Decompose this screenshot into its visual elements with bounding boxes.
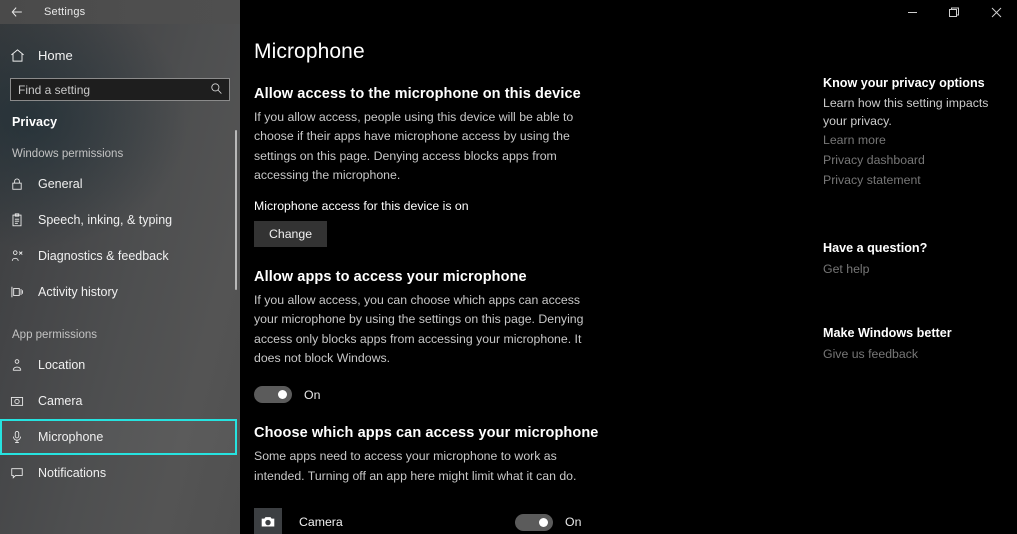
settings-content: Microphone Allow access to the microphon…	[254, 24, 834, 534]
sidebar-item-activity-history[interactable]: Activity history	[0, 274, 240, 310]
rail-block-make-windows-better: Make Windows better Give us feedback	[823, 326, 1008, 365]
sidebar-home-label: Home	[38, 47, 73, 63]
clipboard-icon	[10, 213, 36, 227]
sidebar-item-label: General	[38, 177, 83, 191]
apps-master-toggle-row: On	[254, 386, 834, 404]
sidebar-item-label: Diagnostics & feedback	[38, 249, 169, 263]
apps-master-toggle-label: On	[304, 387, 321, 402]
sidebar-item-speech-inking-typing[interactable]: Speech, inking, & typing	[0, 202, 240, 238]
back-button[interactable]	[0, 0, 34, 24]
main-content: Microphone Allow access to the microphon…	[240, 24, 1017, 534]
camera-app-icon	[254, 508, 282, 534]
section-heading: Allow apps to access your microphone	[254, 268, 527, 285]
sidebar-item-microphone[interactable]: Microphone	[0, 419, 237, 455]
rail-text: Learn how this setting impacts your priv…	[823, 96, 989, 129]
app-toggle-camera[interactable]	[515, 513, 553, 531]
rail-heading: Know your privacy options	[823, 76, 985, 90]
device-access-status: Microphone access for this device is on	[254, 198, 469, 213]
home-icon	[10, 48, 36, 63]
change-button[interactable]: Change	[254, 220, 328, 247]
window-controls	[240, 0, 1017, 24]
sidebar-group-windows-permissions: Windows permissions	[12, 148, 124, 160]
location-pin-icon	[10, 358, 36, 372]
sidebar-item-notifications[interactable]: Notifications	[0, 455, 240, 491]
section-choose-apps: Choose which apps can access your microp…	[254, 425, 834, 534]
sidebar-category-title: Privacy	[12, 115, 58, 129]
link-get-help[interactable]: Get help	[823, 260, 1008, 280]
sidebar-group-app-permissions: App permissions	[12, 329, 98, 341]
sidebar-item-label: Speech, inking, & typing	[38, 213, 173, 227]
sidebar: Home Privacy Windows permissions	[0, 24, 240, 534]
sidebar-item-diagnostics-feedback[interactable]: Diagnostics & feedback	[0, 238, 240, 274]
minimize-button[interactable]	[891, 0, 933, 24]
app-row-camera: Camera On	[254, 500, 599, 534]
sidebar-item-label: Microphone	[38, 430, 104, 444]
close-button[interactable]	[975, 0, 1017, 24]
sidebar-item-general[interactable]: General	[0, 166, 240, 202]
sidebar-item-label: Camera	[38, 394, 83, 408]
page-title: Microphone	[254, 40, 365, 63]
toggle-knob	[278, 390, 287, 400]
section-apps-master: Allow apps to access your microphone If …	[254, 269, 834, 404]
sidebar-item-label: Notifications	[38, 466, 107, 480]
sidebar-item-camera[interactable]: Camera	[0, 383, 240, 419]
app-toggle-label: On	[565, 515, 582, 530]
section-device-access: Allow access to the microphone on this d…	[254, 86, 834, 247]
section-description: If you allow access, you can choose whic…	[254, 292, 584, 365]
toggle-knob	[539, 517, 548, 527]
right-rail: Know your privacy options Learn how this…	[823, 76, 1008, 364]
title-bar-left: Settings	[0, 0, 240, 24]
sidebar-item-label: Location	[38, 358, 86, 372]
apps-master-toggle[interactable]	[254, 386, 292, 404]
link-give-us-feedback[interactable]: Give us feedback	[823, 345, 1008, 365]
rail-heading: Have a question?	[823, 240, 928, 255]
rail-heading: Make Windows better	[823, 325, 952, 340]
restore-button[interactable]	[933, 0, 975, 24]
sidebar-item-location[interactable]: Location	[0, 347, 240, 383]
activity-history-icon	[10, 285, 36, 299]
microphone-icon	[10, 430, 36, 444]
notification-icon	[10, 466, 36, 480]
link-privacy-statement[interactable]: Privacy statement	[823, 171, 1008, 191]
diagnostics-icon	[10, 249, 36, 263]
apps-list: Camera On Cortana Off	[254, 500, 834, 534]
search-container	[0, 70, 240, 101]
search-icon[interactable]	[210, 82, 223, 100]
section-description: Some apps need to access your microphone…	[254, 449, 577, 483]
section-heading: Choose which apps can access your microp…	[254, 425, 599, 442]
app-title: Settings	[44, 6, 86, 18]
lock-icon	[10, 177, 36, 191]
search-input[interactable]	[11, 82, 229, 97]
app-name: Camera	[299, 515, 343, 530]
sidebar-item-home[interactable]: Home	[0, 40, 240, 70]
camera-icon	[10, 394, 36, 408]
rail-block-privacy-options: Know your privacy options Learn how this…	[823, 76, 1008, 191]
search-box[interactable]	[10, 78, 230, 101]
section-heading: Allow access to the microphone on this d…	[254, 86, 581, 102]
link-learn-more[interactable]: Learn more	[823, 131, 1008, 151]
sidebar-item-label: Activity history	[38, 285, 118, 299]
sidebar-scrollbar[interactable]	[235, 130, 237, 290]
title-bar: Settings	[0, 0, 1017, 24]
rail-block-question: Have a question? Get help	[823, 241, 1008, 280]
settings-window: Settings Home Find a setting Privacy Win…	[0, 0, 1017, 534]
section-description: If you allow access, people using this d…	[254, 110, 574, 183]
link-privacy-dashboard[interactable]: Privacy dashboard	[823, 151, 1008, 171]
